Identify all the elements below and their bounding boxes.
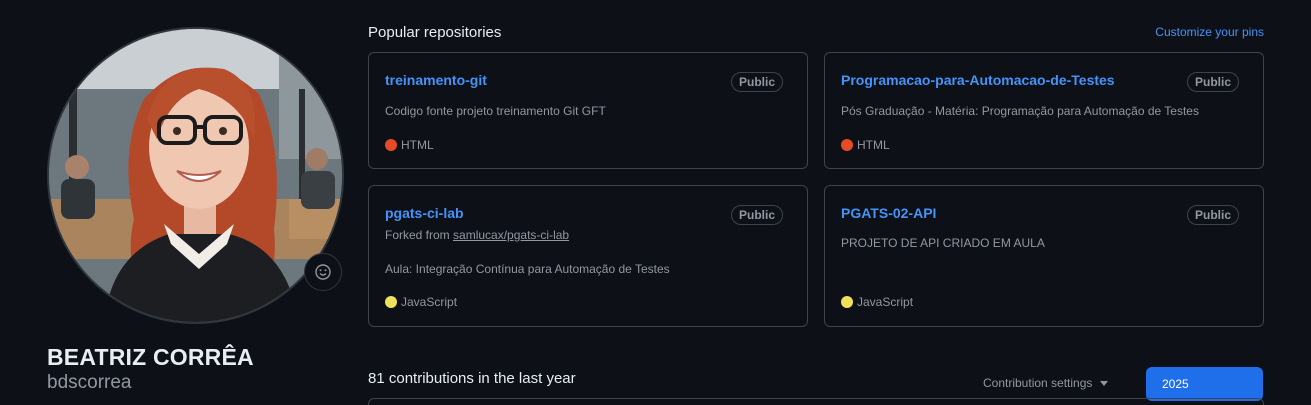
repo-language: HTML	[385, 138, 434, 152]
avatar-photo	[49, 29, 342, 322]
profile-name: BEATRIZ CORRÊA	[47, 344, 254, 370]
year-button[interactable]: 2025	[1146, 367, 1263, 401]
repo-description: Codigo fonte projeto treinamento Git GFT	[385, 104, 606, 118]
visibility-badge: Public	[730, 205, 783, 225]
profile-username: bdscorrea	[47, 372, 132, 393]
contributions-title: 81 contributions in the last year	[368, 370, 576, 387]
repo-description: Pós Graduação - Matéria: Programação par…	[841, 104, 1199, 118]
repo-name-link[interactable]: Programacao-para-Automacao-de-Testes	[841, 72, 1115, 88]
smiley-icon	[315, 264, 331, 280]
language-label: JavaScript	[401, 295, 458, 309]
repo-description: Aula: Integração Contínua para Automação…	[385, 262, 670, 276]
repo-description: PROJETO DE API CRIADO EM AULA	[841, 236, 1045, 250]
language-color-dot	[841, 139, 853, 151]
visibility-badge: Public	[1186, 72, 1239, 92]
popular-repos-title: Popular repositories	[368, 23, 502, 41]
language-color-dot	[385, 139, 397, 151]
repo-card: treinamento-git Public Codigo fonte proj…	[368, 52, 808, 169]
repo-card: PGATS-02-API Public PROJETO DE API CRIAD…	[824, 185, 1264, 327]
repo-name-link[interactable]: PGATS-02-API	[841, 205, 936, 221]
language-color-dot	[841, 296, 853, 308]
avatar[interactable]	[47, 27, 344, 324]
repo-card: Programacao-para-Automacao-de-Testes Pub…	[824, 52, 1264, 169]
caret-down-icon	[1100, 380, 1109, 386]
contribution-graph	[368, 398, 1264, 405]
popular-repos-header: Popular repositories Customize your pins	[368, 22, 1264, 42]
visibility-badge: Public	[730, 72, 783, 92]
repo-language: JavaScript	[385, 295, 457, 309]
contribution-settings-dropdown[interactable]: Contribution settings	[983, 376, 1109, 390]
repo-language: HTML	[841, 138, 890, 152]
contribution-settings-label: Contribution settings	[983, 376, 1093, 390]
repo-name-link[interactable]: treinamento-git	[385, 72, 487, 88]
language-label: JavaScript	[857, 295, 914, 309]
repo-name-link[interactable]: pgats-ci-lab	[385, 205, 464, 221]
repo-language: JavaScript	[841, 295, 913, 309]
avatar-container	[47, 27, 344, 324]
forked-prefix: Forked from	[385, 228, 450, 242]
repo-card: pgats-ci-lab Public Forked from samlucax…	[368, 185, 808, 327]
language-label: HTML	[857, 138, 890, 152]
language-label: HTML	[401, 138, 434, 152]
forked-source-link[interactable]: samlucax/pgats-ci-lab	[453, 228, 569, 242]
language-color-dot	[385, 296, 397, 308]
set-status-button[interactable]	[304, 253, 342, 291]
visibility-badge: Public	[1186, 205, 1239, 225]
customize-pins-link[interactable]: Customize your pins	[1155, 25, 1264, 39]
forked-from-text: Forked from samlucax/pgats-ci-lab	[385, 228, 569, 242]
